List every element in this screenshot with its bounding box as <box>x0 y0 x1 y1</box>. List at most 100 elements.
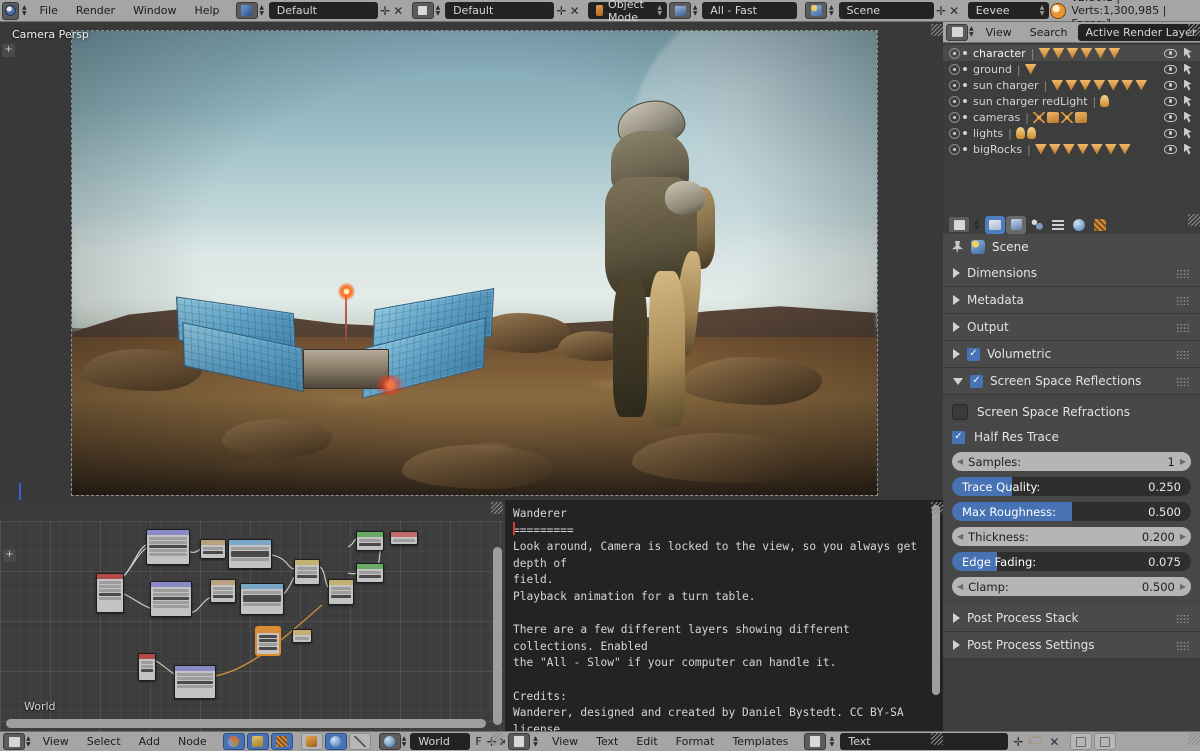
viewport-3d[interactable]: Camera Persp (101) + <box>0 22 943 500</box>
eye-icon[interactable] <box>1164 49 1177 58</box>
cursor-select-icon[interactable] <box>1184 112 1193 123</box>
text-datablock-field[interactable]: Text <box>840 733 1008 750</box>
outliner-row-character[interactable]: character | <box>943 45 1200 61</box>
node[interactable] <box>240 583 284 615</box>
view-layer-spinner[interactable]: ▲▼ <box>692 2 698 19</box>
scene-plus-icon[interactable]: ✛ <box>936 2 947 19</box>
row-max-roughness[interactable]: Max Roughness: 0.500 <box>943 499 1200 524</box>
chevron-right-icon[interactable]: ▶ <box>1180 582 1186 591</box>
outliner-row-sun-charger-redlight[interactable]: sun charger redLight | <box>943 93 1200 109</box>
trace-quality-slider[interactable]: Trace Quality: 0.250 <box>952 477 1191 496</box>
screen-field[interactable]: Default <box>445 2 554 19</box>
panel-grip-icon[interactable] <box>1176 377 1190 386</box>
cursor-select-icon[interactable] <box>1184 144 1193 155</box>
clamp-stepper[interactable]: ◀ Clamp: 0.500 ▶ <box>952 577 1191 596</box>
menu-help[interactable]: Help <box>185 0 228 21</box>
panel-post-process-stack[interactable]: Post Process Stack <box>943 605 1200 632</box>
panel-volumetric[interactable]: ✓ Volumetric <box>943 341 1200 368</box>
text-datablock-spinner[interactable]: ▲▼ <box>827 733 836 750</box>
node-menu-view[interactable]: View <box>34 731 78 751</box>
line-numbers-icon[interactable] <box>1070 733 1092 750</box>
tab-world[interactable] <box>1069 216 1089 234</box>
object-mode-dropdown[interactable]: Object Mode ▲▼ <box>588 2 667 19</box>
menu-file[interactable]: File <box>30 0 66 21</box>
scene-field[interactable]: Scene <box>839 2 934 19</box>
expand-disclosure-icon[interactable] <box>949 128 960 139</box>
outliner-row-cameras[interactable]: cameras | <box>943 109 1200 125</box>
text-menu-text[interactable]: Text <box>587 731 627 751</box>
panel-grip-icon[interactable] <box>1176 614 1190 623</box>
expand-disclosure-icon[interactable] <box>949 96 960 107</box>
panel-grip-icon[interactable] <box>1176 641 1190 650</box>
node-menu-select[interactable]: Select <box>78 731 130 751</box>
outliner-display-mode-dropdown[interactable]: Active Render Layer ▲▼ <box>1078 24 1200 41</box>
outliner-icon[interactable] <box>946 24 968 41</box>
text-editor-type-spinner[interactable]: ▲▼ <box>531 733 540 750</box>
sidebar-expand-icon[interactable]: + <box>2 44 15 57</box>
menu-render[interactable]: Render <box>67 0 124 21</box>
row-clamp[interactable]: ◀ Clamp: 0.500 ▶ <box>943 574 1200 599</box>
outliner-row-ground[interactable]: ground | <box>943 61 1200 77</box>
chevron-left-icon[interactable]: ◀ <box>957 582 963 591</box>
node-vertical-scrollbar[interactable] <box>493 547 502 725</box>
cursor-select-icon[interactable] <box>1184 64 1193 75</box>
properties-editor-icon[interactable] <box>948 216 970 233</box>
panel-grip-icon[interactable] <box>1176 350 1190 359</box>
row-trace-quality[interactable]: Trace Quality: 0.250 <box>943 474 1200 499</box>
outliner-type-spinner[interactable]: ▲▼ <box>969 24 974 41</box>
tab-render[interactable] <box>985 216 1005 234</box>
tab-texture[interactable] <box>1090 216 1110 234</box>
workspace-spinner[interactable]: ▲▼ <box>259 2 265 19</box>
ssr-checkbox[interactable]: ✓ <box>970 375 983 388</box>
chevron-right-icon[interactable]: ▶ <box>1180 532 1186 541</box>
cursor-select-icon[interactable] <box>1184 80 1193 91</box>
cursor-select-icon[interactable] <box>1184 96 1193 107</box>
node[interactable] <box>356 531 384 551</box>
pin-icon[interactable] <box>951 241 964 254</box>
material-icon[interactable] <box>223 733 245 750</box>
panel-grip-icon[interactable] <box>1176 323 1190 332</box>
text-editor-icon[interactable] <box>508 733 530 750</box>
scene-icon[interactable] <box>805 2 827 19</box>
tab-output[interactable] <box>1006 216 1026 234</box>
node-editor-type-spinner[interactable]: ▲▼ <box>26 733 31 750</box>
world-shading-icon[interactable] <box>325 733 347 750</box>
text-menu-view[interactable]: View <box>543 731 587 751</box>
menu-window[interactable]: Window <box>124 0 185 21</box>
scene-x-icon[interactable]: ✕ <box>949 2 960 19</box>
screen-x-icon[interactable]: ✕ <box>569 2 580 19</box>
panel-grip-icon[interactable] <box>1176 296 1190 305</box>
eye-icon[interactable] <box>1164 129 1177 138</box>
node[interactable] <box>228 539 272 569</box>
eye-icon[interactable] <box>1164 65 1177 74</box>
render-engine-dropdown[interactable]: Eevee ▲▼ <box>968 2 1050 19</box>
text-vertical-scrollbar[interactable] <box>932 505 940 695</box>
tab-view-layer[interactable] <box>1027 216 1047 234</box>
row-half-res-trace[interactable]: ✓ Half Res Trace <box>943 425 1200 449</box>
topbar-editor-type-spinner[interactable]: ▲▼ <box>21 2 27 19</box>
node[interactable] <box>150 581 192 617</box>
node[interactable] <box>356 563 384 583</box>
screen-layout-icon[interactable] <box>412 2 434 19</box>
screen-spinner[interactable]: ▲▼ <box>435 2 441 19</box>
node[interactable] <box>294 559 320 585</box>
screen-plus-icon[interactable]: ✛ <box>556 2 567 19</box>
row-edge-fading[interactable]: Edge Fading: 0.075 <box>943 549 1200 574</box>
x-cross-icon[interactable]: ✕ <box>1046 733 1062 750</box>
workspace-field[interactable]: Default <box>269 2 378 19</box>
world-datablock-icon[interactable] <box>379 733 401 750</box>
word-wrap-icon[interactable] <box>1094 733 1116 750</box>
datablock-spinner[interactable]: ▲▼ <box>402 733 407 750</box>
node[interactable] <box>96 573 124 613</box>
fake-user-label[interactable]: F <box>475 735 481 748</box>
properties-editor[interactable]: ▲▼ Scene <box>943 212 1200 731</box>
eye-icon[interactable] <box>1164 97 1177 106</box>
text-menu-templates[interactable]: Templates <box>723 731 797 751</box>
panel-screen-space-reflections[interactable]: ✓ Screen Space Reflections <box>943 368 1200 395</box>
tab-scene[interactable] <box>1048 216 1068 234</box>
chevron-left-icon[interactable]: ◀ <box>957 457 963 466</box>
max-roughness-slider[interactable]: Max Roughness: 0.500 <box>952 502 1191 521</box>
row-samples[interactable]: ◀ Samples: 1 ▶ <box>943 449 1200 474</box>
folder-open-icon[interactable]: 🗁 <box>1028 733 1044 750</box>
panel-post-process-settings[interactable]: Post Process Settings <box>943 632 1200 659</box>
